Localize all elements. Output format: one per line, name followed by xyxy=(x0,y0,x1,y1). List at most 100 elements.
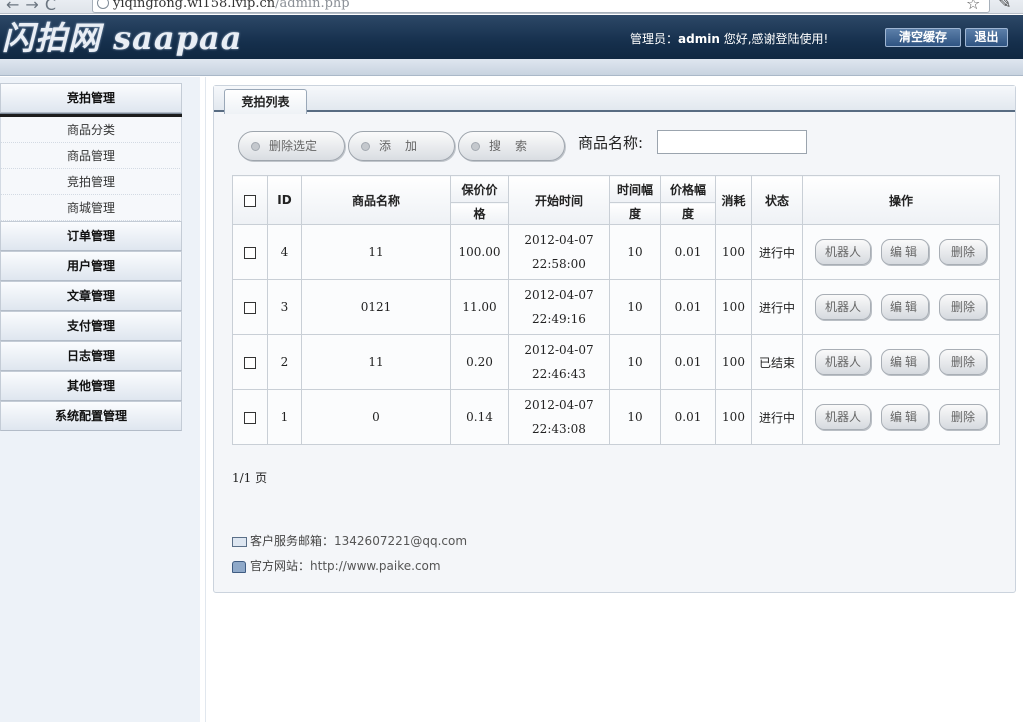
cell-price-step: 0.01 xyxy=(660,389,716,445)
cell-actions: 机器人 编辑 删除 xyxy=(802,389,1000,445)
col-header-cost: 消耗 xyxy=(715,175,752,225)
search-label-text: 搜索 xyxy=(489,139,542,153)
cell-status: 进行中 xyxy=(751,389,803,445)
cell-name: 11 xyxy=(301,334,451,390)
sidebar-group-other[interactable]: 其他管理 xyxy=(0,371,182,401)
browser-toolbar: ←→C yiqingfong.wi158.lvip.cn/admin.php ☆… xyxy=(0,0,1023,14)
bookmark-star-icon[interactable]: ☆ xyxy=(966,0,980,13)
delete-selected-button[interactable]: 删除选定 xyxy=(238,131,345,161)
add-button[interactable]: 添加 xyxy=(348,131,455,161)
cell-time-step: 10 xyxy=(609,279,661,335)
robot-button[interactable]: 机器人 xyxy=(815,404,871,430)
cell-actions: 机器人 编辑 删除 xyxy=(802,224,1000,280)
col-header-status: 状态 xyxy=(751,175,803,225)
col-header-time-step-top: 时间幅 xyxy=(609,175,661,203)
col-header-price-step-bottom: 度 xyxy=(660,202,716,225)
back-forward-reload-icons[interactable]: ←→C xyxy=(6,0,62,13)
product-name-label: 商品名称: xyxy=(578,134,644,152)
clear-cache-button[interactable]: 清空缓存 xyxy=(885,28,961,47)
edit-button[interactable]: 编辑 xyxy=(881,239,929,265)
product-name-input[interactable] xyxy=(657,130,807,154)
admin-greeting: 管理员：admin 您好,感谢登陆使用! xyxy=(630,30,828,47)
cell-price: 11.00 xyxy=(450,279,509,335)
row-checkbox[interactable] xyxy=(244,246,256,259)
col-header-id: ID xyxy=(267,175,302,225)
sidebar-splitter[interactable] xyxy=(200,77,206,722)
col-header-price-bottom: 格 xyxy=(450,202,509,225)
col-header-price-step-top: 价格幅 xyxy=(660,175,716,203)
cell-cost: 100 xyxy=(715,279,752,335)
cell-actions: 机器人 编辑 删除 xyxy=(802,334,1000,390)
cell-date: 2012-04-07 xyxy=(524,288,594,302)
tab-auction-list[interactable]: 竞拍列表 xyxy=(224,89,307,114)
cell-start-time: 2012-04-07 22:46:43 xyxy=(508,334,610,390)
sidebar-item-auction-manage[interactable]: 竞拍管理 xyxy=(0,169,182,195)
search-button[interactable]: 搜索 xyxy=(458,131,565,161)
cell-price-step: 0.01 xyxy=(660,279,716,335)
sidebar-group-logs[interactable]: 日志管理 xyxy=(0,341,182,371)
delete-button[interactable]: 删除 xyxy=(939,349,987,375)
wrench-icon[interactable]: ✎ xyxy=(998,0,1011,12)
add-label: 添加 xyxy=(379,139,432,153)
sidebar-group-users[interactable]: 用户管理 xyxy=(0,251,182,281)
sidebar-menu: 竞拍管理 商品分类 商品管理 竞拍管理 商城管理 订单管理 用户管理 文章管理 … xyxy=(0,83,182,431)
email-link[interactable]: 1342607221@qq.com xyxy=(334,534,467,548)
row-select-cell xyxy=(232,334,268,390)
delete-button[interactable]: 删除 xyxy=(939,239,987,265)
main-panel: 竞拍列表 删除选定 添加 搜索 商品名称: ID 商品名称 保价价 开始时间 时… xyxy=(213,85,1016,593)
cell-start-time: 2012-04-07 22:49:16 xyxy=(508,279,610,335)
cell-name: 11 xyxy=(301,224,451,280)
robot-button[interactable]: 机器人 xyxy=(815,239,871,265)
website-link[interactable]: http://www.paike.com xyxy=(310,559,441,573)
col-header-name: 商品名称 xyxy=(301,175,451,225)
sidebar-group-orders[interactable]: 订单管理 xyxy=(0,221,182,251)
row-select-cell xyxy=(232,279,268,335)
col-header-start-time: 开始时间 xyxy=(508,175,610,225)
sidebar-group-payment[interactable]: 支付管理 xyxy=(0,311,182,341)
website-label: 官方网站： xyxy=(250,559,311,573)
sidebar: 竞拍管理 商品分类 商品管理 竞拍管理 商城管理 订单管理 用户管理 文章管理 … xyxy=(0,77,200,722)
cell-cost: 100 xyxy=(715,334,752,390)
admin-username: admin xyxy=(678,32,720,46)
email-label: 客户服务邮箱： xyxy=(250,534,335,548)
url-path: /admin.php xyxy=(275,0,350,11)
col-header-time-step-bottom: 度 xyxy=(609,202,661,225)
url-host: yiqingfong.wi158.lvip.cn xyxy=(113,0,276,11)
select-all-checkbox[interactable] xyxy=(244,194,256,207)
edit-button[interactable]: 编辑 xyxy=(881,294,929,320)
address-bar[interactable]: yiqingfong.wi158.lvip.cn/admin.php xyxy=(92,0,990,13)
sidebar-item-product-category[interactable]: 商品分类 xyxy=(0,117,182,143)
cell-status: 进行中 xyxy=(751,224,803,280)
panel-tab-bar: 竞拍列表 xyxy=(214,86,1015,114)
button-dot-icon xyxy=(251,142,260,151)
cell-time: 22:43:08 xyxy=(532,422,586,436)
mail-icon xyxy=(232,536,247,547)
row-checkbox[interactable] xyxy=(244,356,256,369)
edit-button[interactable]: 编辑 xyxy=(881,349,929,375)
robot-button[interactable]: 机器人 xyxy=(815,294,871,320)
delete-button[interactable]: 删除 xyxy=(939,294,987,320)
col-header-actions: 操作 xyxy=(802,175,1000,225)
cell-price: 0.20 xyxy=(450,334,509,390)
cell-time: 22:58:00 xyxy=(532,257,586,271)
delete-button[interactable]: 删除 xyxy=(939,404,987,430)
cell-status: 已结束 xyxy=(751,334,803,390)
sidebar-group-system-config[interactable]: 系统配置管理 xyxy=(0,401,182,431)
row-select-cell xyxy=(232,389,268,445)
button-dot-icon xyxy=(361,142,370,151)
logout-button[interactable]: 退出 xyxy=(965,28,1008,47)
sidebar-group-articles[interactable]: 文章管理 xyxy=(0,281,182,311)
cell-price-step: 0.01 xyxy=(660,334,716,390)
robot-button[interactable]: 机器人 xyxy=(815,349,871,375)
row-select-cell xyxy=(232,224,268,280)
header-subbar xyxy=(0,59,1023,76)
col-header-price-top: 保价价 xyxy=(450,175,509,203)
cell-name: 0121 xyxy=(301,279,451,335)
pagination-text: 1/1 页 xyxy=(232,471,268,485)
row-checkbox[interactable] xyxy=(244,411,256,424)
sidebar-group-auction[interactable]: 竞拍管理 xyxy=(0,83,182,113)
sidebar-item-product-manage[interactable]: 商品管理 xyxy=(0,143,182,169)
sidebar-item-mall-manage[interactable]: 商城管理 xyxy=(0,195,182,221)
row-checkbox[interactable] xyxy=(244,301,256,314)
edit-button[interactable]: 编辑 xyxy=(881,404,929,430)
